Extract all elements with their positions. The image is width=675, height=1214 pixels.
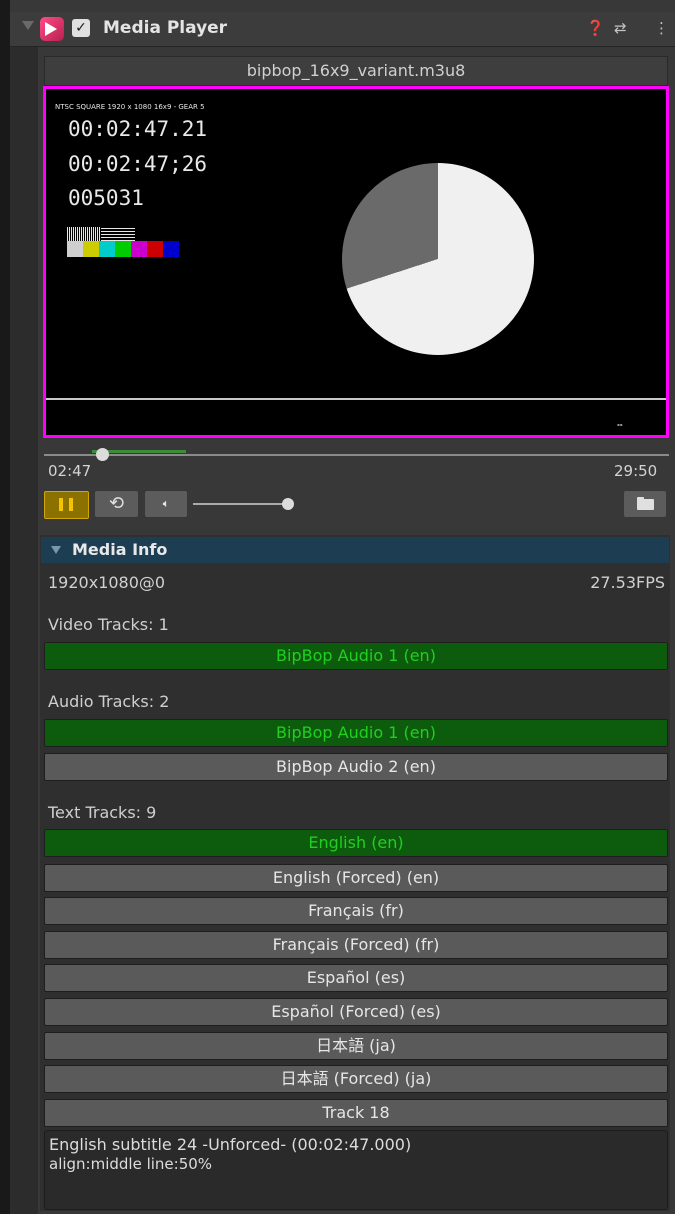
media-player-logo-icon <box>40 17 64 41</box>
resolution-bars <box>67 227 101 241</box>
audio-tracks-label: Audio Tracks: 2 <box>48 692 170 711</box>
current-time: 02:47 <box>48 462 92 480</box>
left-strip <box>0 0 10 1214</box>
text-track-button[interactable]: Español (Forced) (es) <box>44 998 668 1026</box>
color-bar <box>83 241 99 257</box>
folder-icon <box>637 499 654 510</box>
mute-button[interactable]: 🔈︎ <box>145 491 187 517</box>
audio-track-button[interactable]: BipBop Audio 2 (en) <box>44 753 668 781</box>
pause-button[interactable] <box>44 491 89 519</box>
media-filename: bipbop_16x9_variant.m3u8 <box>44 56 668 86</box>
text-track-button[interactable]: English (Forced) (en) <box>44 864 668 892</box>
volume-handle[interactable] <box>282 498 294 510</box>
more-vertical-icon[interactable]: ⋮ <box>654 19 669 37</box>
text-tracks-label: Text Tracks: 9 <box>48 803 157 822</box>
video-divider <box>46 398 666 400</box>
open-file-button[interactable] <box>624 491 666 517</box>
enabled-checkbox[interactable]: ✓ <box>72 19 90 37</box>
inspector-gutter <box>10 46 38 1214</box>
color-bar <box>67 241 83 257</box>
video-timecode-2: 00:02:47;26 <box>68 152 208 176</box>
video-frame-count: 005031 <box>68 186 144 210</box>
color-bar <box>99 241 115 257</box>
text-track-button[interactable]: English (en) <box>44 829 668 857</box>
help-icon[interactable]: ❓ <box>586 19 605 37</box>
video-timecode-1: 00:02:47.21 <box>68 117 208 141</box>
text-track-button[interactable]: Français (Forced) (fr) <box>44 931 668 959</box>
seek-track[interactable] <box>44 454 669 456</box>
duration-time: 29:50 <box>614 462 658 480</box>
pause-icon-bar-left <box>59 498 63 511</box>
subtitle-text: English subtitle 24 -Unforced- (00:02:47… <box>49 1135 412 1154</box>
color-bar-strip <box>67 241 179 257</box>
subtitle-preview: English subtitle 24 -Unforced- (00:02:47… <box>44 1130 668 1210</box>
video-tracks-label: Video Tracks: 1 <box>48 615 169 634</box>
pause-icon-bar-right <box>69 498 73 511</box>
video-preview[interactable]: NTSC SQUARE 1920 x 1080 16x9 - GEAR 5 00… <box>43 86 669 438</box>
text-track-button[interactable]: Español (es) <box>44 964 668 992</box>
loop-icon: ⟲ <box>108 493 125 514</box>
color-bar <box>147 241 163 257</box>
foldout-arrow-icon[interactable] <box>51 546 61 554</box>
speaker-icon: 🔈︎ <box>162 497 170 510</box>
media-info-header[interactable]: Media Info <box>41 537 669 563</box>
loop-button[interactable]: ⟲ <box>95 491 138 517</box>
video-format-text: NTSC SQUARE 1920 x 1080 16x9 - GEAR 5 <box>55 103 205 111</box>
settings-sliders-icon[interactable]: ⇄ <box>614 19 627 37</box>
component-header[interactable]: ✓ Media Player ❓ ⇄ ⋮ <box>10 12 675 47</box>
fps-text: 27.53FPS <box>590 573 665 592</box>
subtitle-cue-settings: align:middle line:50% <box>49 1155 213 1173</box>
audio-track-button[interactable]: BipBop Audio 1 (en) <box>44 719 668 747</box>
media-info-title: Media Info <box>72 540 168 559</box>
text-track-button[interactable]: 日本語 (ja) <box>44 1032 668 1060</box>
color-bar <box>115 241 131 257</box>
resolution-text: 1920x1080@0 <box>48 573 166 592</box>
volume-track[interactable] <box>193 503 288 505</box>
video-track-button[interactable]: BipBop Audio 1 (en) <box>44 642 668 670</box>
color-bar <box>163 241 179 257</box>
foldout-arrow-icon[interactable] <box>22 21 34 30</box>
text-track-button[interactable]: Français (fr) <box>44 897 668 925</box>
text-track-button[interactable]: Track 18 <box>44 1099 668 1127</box>
text-track-button[interactable]: 日本語 (Forced) (ja) <box>44 1065 668 1093</box>
component-title: Media Player <box>103 18 228 38</box>
video-corner-mark: ▪▪ <box>617 422 623 427</box>
color-bar <box>131 241 147 257</box>
pie-clock <box>342 163 534 355</box>
resolution-bars-horizontal <box>101 227 135 241</box>
